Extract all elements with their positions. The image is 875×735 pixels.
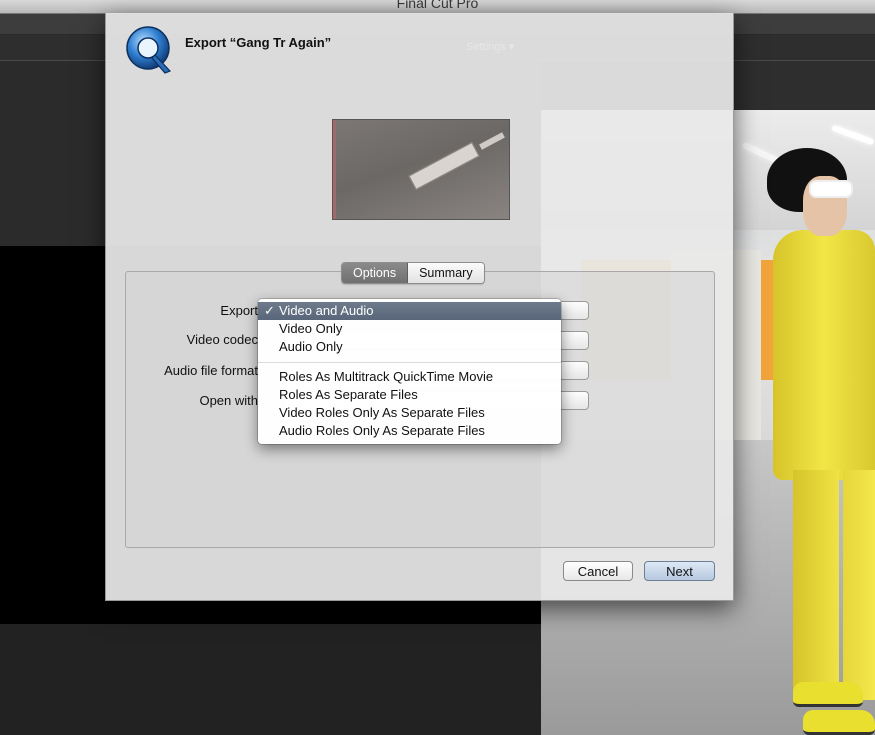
menu-item-video-roles-only[interactable]: Video Roles Only As Separate Files (258, 404, 561, 422)
menu-separator (258, 362, 561, 363)
cancel-button[interactable]: Cancel (563, 561, 633, 581)
open-with-label: Open with (199, 393, 258, 408)
thumbnail-edge (333, 120, 336, 219)
video-codec-label: Video codec (186, 332, 258, 347)
menu-item-audio-roles-only[interactable]: Audio Roles Only As Separate Files (258, 422, 561, 440)
audio-file-format-label: Audio file format (164, 363, 258, 378)
thumbnail-banner (408, 142, 480, 190)
viewer-header (734, 61, 875, 110)
export-thumbnail (332, 119, 510, 220)
person-sunglasses (809, 180, 853, 198)
settings-ghost-label: Settings ▾ (466, 41, 515, 53)
options-summary-tabs: Options Summary (341, 262, 485, 284)
person-body (773, 230, 875, 480)
menu-item-label: Audio Roles Only As Separate Files (279, 423, 485, 438)
app-titlebar: Final Cut Pro (0, 0, 875, 14)
person-shoe (793, 682, 863, 707)
menu-item-label: Roles As Separate Files (279, 387, 418, 402)
person-leg (793, 470, 839, 690)
export-dropdown-menu: ✓ Video and Audio Video Only Audio Only … (258, 299, 561, 444)
menu-item-audio-only[interactable]: Audio Only (258, 338, 561, 356)
tab-summary[interactable]: Summary (408, 263, 484, 283)
checkmark-icon: ✓ (264, 303, 275, 318)
thumbnail-plane (479, 132, 505, 150)
person-shoe (803, 710, 875, 735)
person-leg (843, 470, 875, 700)
tab-options[interactable]: Options (342, 263, 409, 283)
menu-item-video-and-audio[interactable]: ✓ Video and Audio (258, 302, 561, 320)
final-cut-pro-window: Final Cut Pro Export “Gang Tr Again” Set… (0, 0, 875, 735)
menu-item-label: Roles As Multitrack QuickTime Movie (279, 369, 494, 384)
menu-item-roles-separate-files[interactable]: Roles As Separate Files (258, 386, 561, 404)
quicktime-icon (126, 26, 172, 74)
next-button[interactable]: Next (644, 561, 715, 581)
menu-item-label: Video Only (279, 321, 343, 336)
dialog-title: Export “Gang Tr Again” (185, 35, 332, 50)
timeline-lower (0, 624, 541, 735)
menu-item-label: Video Roles Only As Separate Files (279, 405, 485, 420)
app-title: Final Cut Pro (396, 0, 479, 11)
menu-item-label: Audio Only (279, 339, 343, 354)
menu-item-roles-multitrack[interactable]: Roles As Multitrack QuickTime Movie (258, 368, 561, 386)
export-label: Export (220, 303, 258, 318)
menu-item-label: Video and Audio (279, 303, 374, 318)
menu-item-video-only[interactable]: Video Only (258, 320, 561, 338)
